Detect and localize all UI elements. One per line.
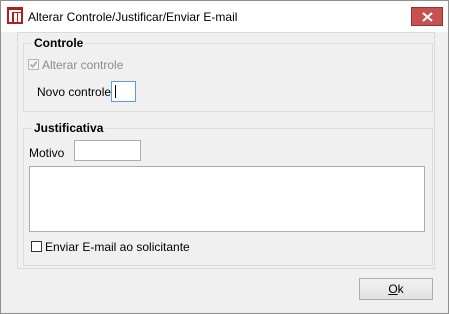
novo-controle-label: Novo controle — [37, 85, 112, 99]
title-bar[interactable]: Alterar Controle/Justificar/Enviar E-mai… — [1, 1, 448, 32]
close-button[interactable] — [411, 7, 443, 26]
justificativa-legend: Justificativa — [32, 121, 106, 135]
novo-controle-input[interactable] — [111, 81, 136, 102]
dialog-window: Alterar Controle/Justificar/Enviar E-mai… — [0, 0, 449, 314]
alterar-controle-label: Alterar controle — [42, 58, 124, 72]
justificativa-textarea[interactable] — [29, 166, 425, 232]
window-title: Alterar Controle/Justificar/Enviar E-mai… — [28, 10, 238, 24]
motivo-label: Motivo — [29, 146, 65, 160]
controle-group: Controle — [23, 36, 433, 112]
enviar-email-checkbox[interactable] — [31, 241, 42, 252]
app-logo-icon — [7, 7, 23, 24]
close-icon — [422, 12, 433, 22]
alterar-controle-checkbox[interactable] — [28, 59, 39, 70]
controle-legend: Controle — [32, 36, 86, 50]
enviar-email-label: Enviar E-mail ao solicitante — [45, 240, 190, 254]
ok-label: k — [397, 282, 404, 296]
checkmark-icon — [29, 61, 38, 69]
motivo-input[interactable] — [74, 140, 141, 161]
ok-mnemonic: O — [388, 282, 398, 296]
ok-button[interactable]: Ok — [359, 278, 433, 300]
text-caret — [115, 85, 116, 98]
